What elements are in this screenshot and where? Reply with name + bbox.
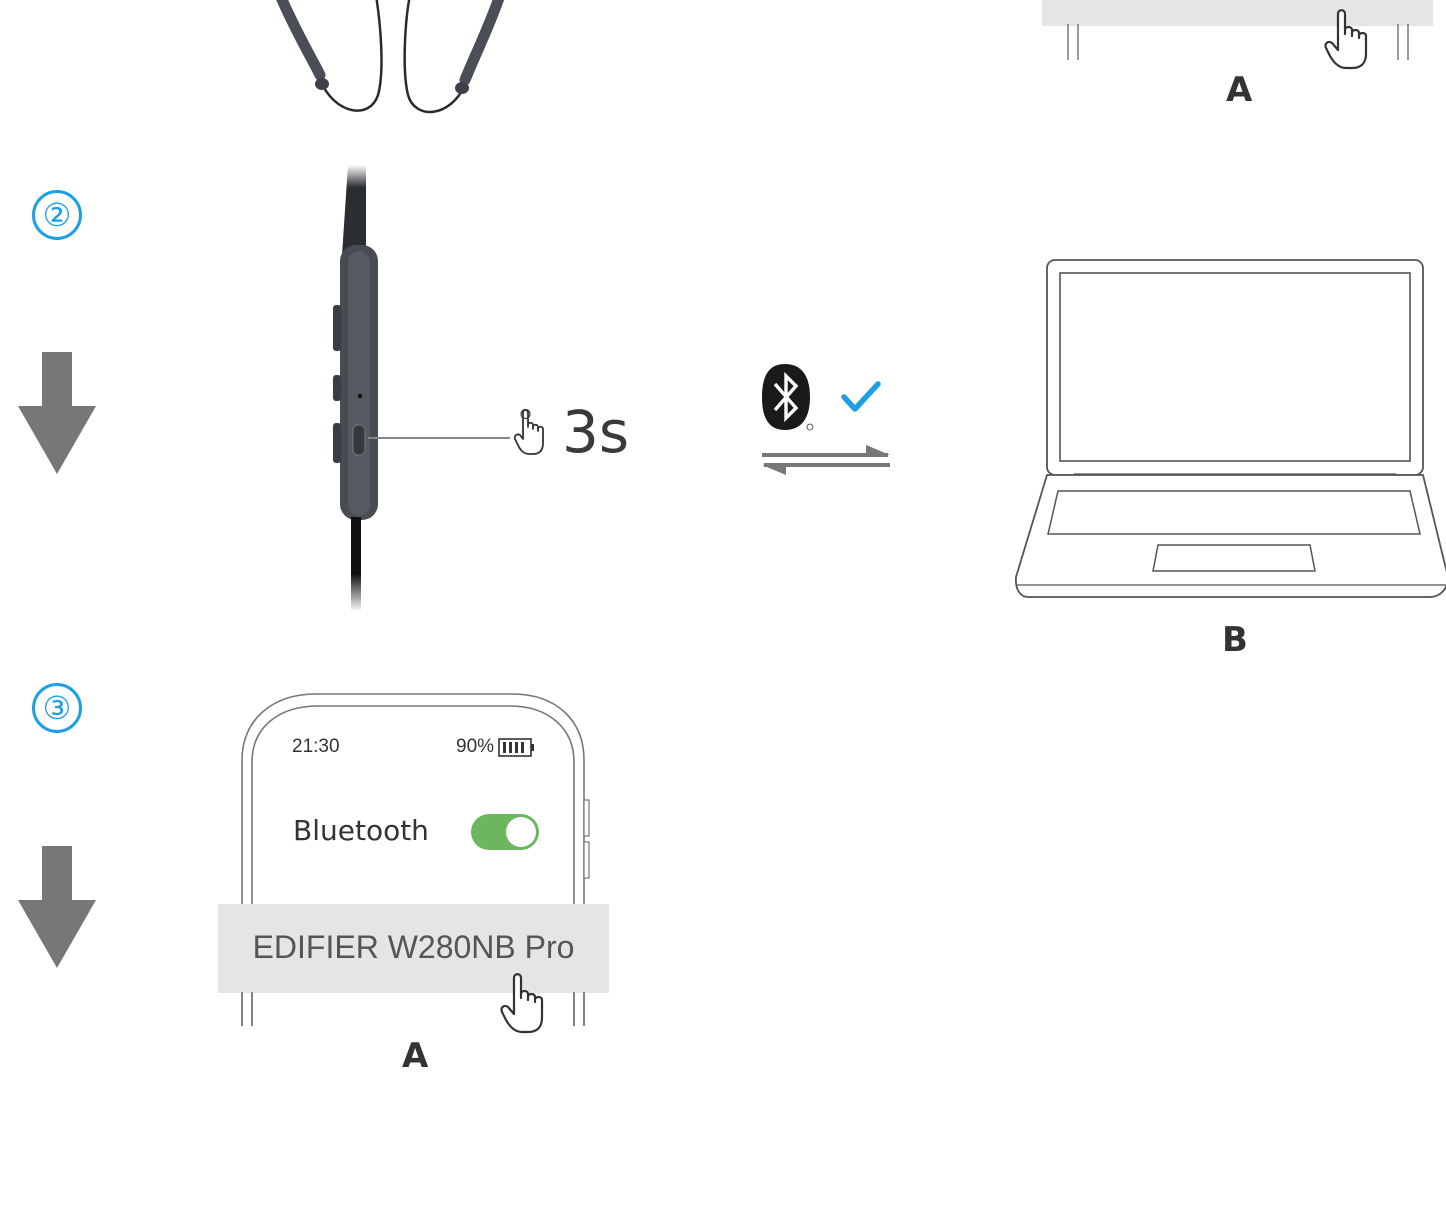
battery-icon — [498, 738, 534, 757]
bluetooth-icon — [762, 364, 814, 431]
label-phone-top: A — [1226, 70, 1253, 110]
label-phone-bottom: A — [402, 1036, 429, 1076]
hand-pointer-icon — [500, 973, 544, 1034]
bluetooth-toggle[interactable] — [470, 812, 542, 852]
device-name: EDIFIER W280NB Pro — [252, 929, 575, 965]
press-line — [398, 437, 510, 439]
hand-pointer-small-icon — [513, 408, 544, 455]
laptop-illustration — [1015, 259, 1446, 598]
checkmark-icon — [841, 381, 881, 412]
earphones-illustration — [276, 0, 505, 114]
arrow-down-icon — [18, 846, 96, 968]
arrow-down-icon — [18, 352, 96, 474]
bluetooth-setting-label: Bluetooth — [293, 814, 429, 847]
phone-clock: 21:30 — [292, 736, 340, 757]
remote-control-illustration — [333, 165, 400, 610]
press-duration: 3s — [562, 398, 630, 466]
hand-pointer-icon — [1324, 9, 1368, 70]
step-number-3: ③ — [32, 683, 82, 733]
exchange-arrows-icon — [762, 445, 890, 475]
phone-battery-percent: 90% — [456, 736, 495, 757]
step-number-2: ② — [32, 190, 82, 240]
label-laptop: B — [1222, 620, 1248, 660]
